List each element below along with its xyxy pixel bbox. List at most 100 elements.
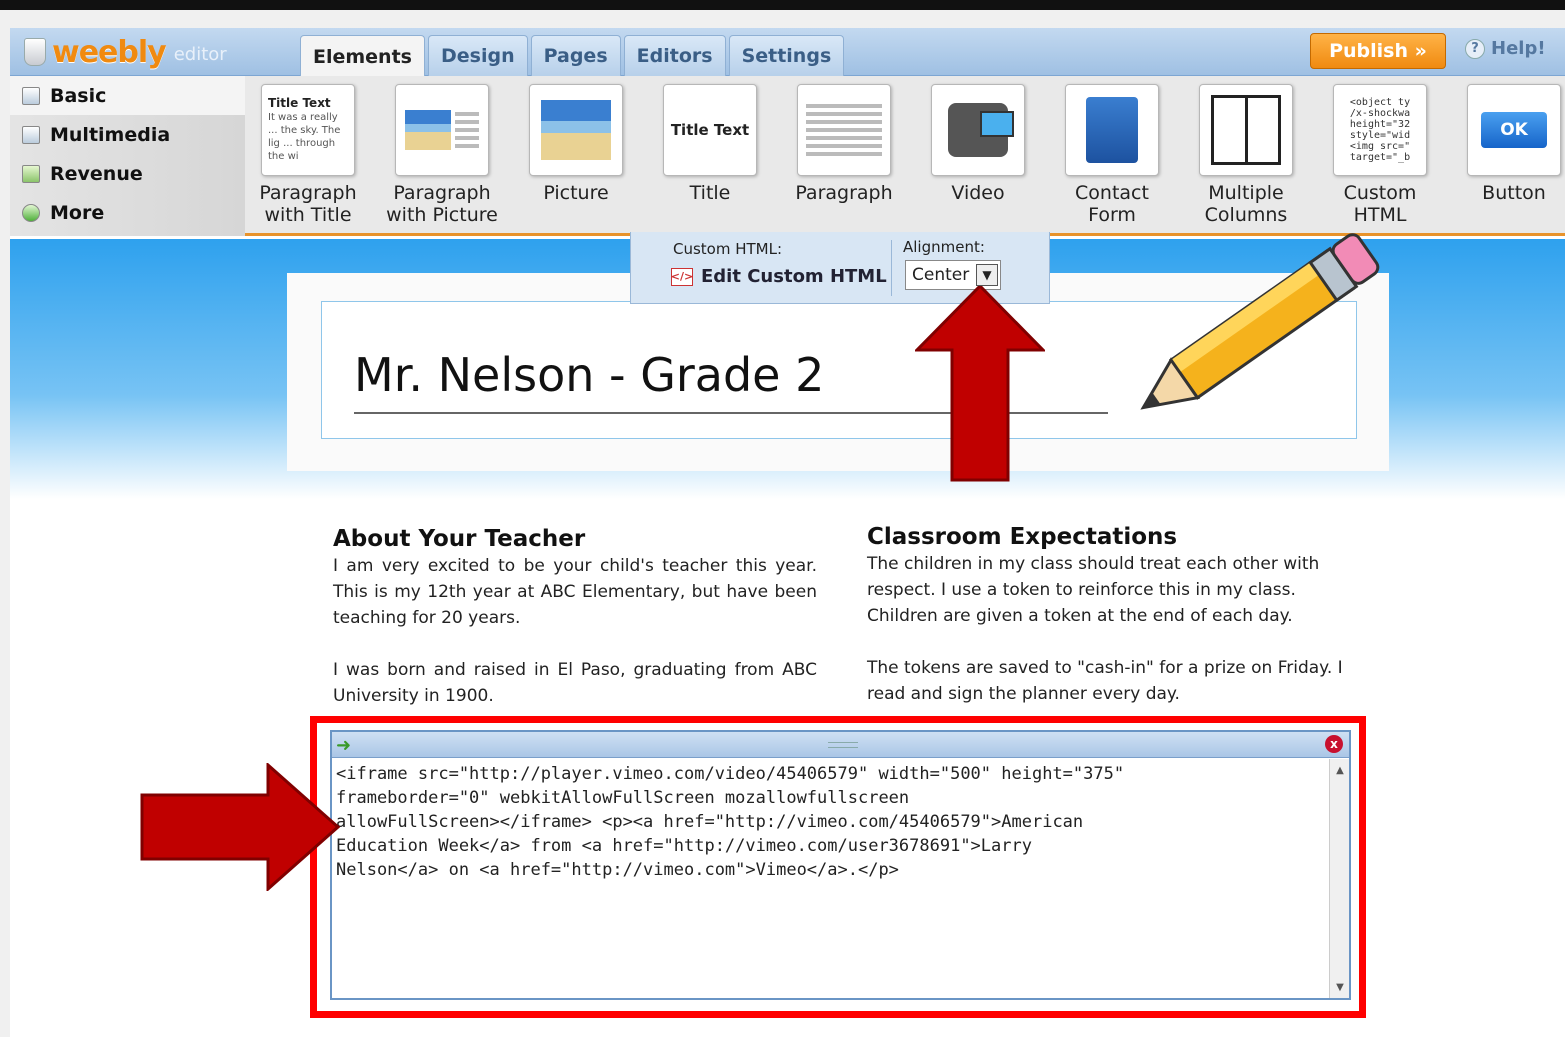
scroll-down-icon[interactable]: ▼ <box>1330 978 1350 996</box>
contact-form-thumb <box>1065 84 1159 176</box>
thumb-title: Title Text <box>670 121 750 139</box>
tab-settings[interactable]: Settings <box>728 35 845 76</box>
editor-header: weebly editor Elements Design Pages Edit… <box>10 28 1565 77</box>
title-thumb: Title Text <box>663 84 757 176</box>
paragraph-with-picture-thumb <box>395 84 489 176</box>
address-book-icon <box>1086 97 1138 163</box>
html-code-textarea[interactable]: <iframe src="http://player.vimeo.com/vid… <box>336 762 1316 882</box>
category-basic[interactable]: Basic <box>10 76 245 115</box>
about-teacher-section[interactable]: About Your Teacher I am very excited to … <box>333 525 817 709</box>
classroom-expectations-section[interactable]: Classroom Expectations The children in m… <box>867 523 1347 707</box>
custom-html-label: Custom HTML: <box>673 240 783 258</box>
element-label: Picture <box>543 182 609 204</box>
ok-button-icon: OK <box>1481 112 1547 148</box>
weebly-cup-icon <box>24 38 46 66</box>
alignment-value: Center <box>912 265 970 285</box>
logo-sub: editor <box>173 43 227 65</box>
element-paragraph[interactable]: Paragraph <box>784 84 904 204</box>
basic-icon <box>22 86 40 105</box>
element-label: Paragraph with Picture <box>386 182 498 226</box>
category-label: Revenue <box>50 162 143 185</box>
custom-html-thumb: <object ty /x-shockwa height="32 style="… <box>1333 84 1427 176</box>
multimedia-icon <box>22 125 40 144</box>
weebly-editor-window: weebly editor Elements Design Pages Edit… <box>10 28 1565 1037</box>
tab-elements[interactable]: Elements <box>300 35 425 77</box>
thumb-text: It was a really ... the sky. The lig ...… <box>268 112 341 162</box>
element-label: Paragraph with Title <box>259 182 357 226</box>
help-icon: ? <box>1465 38 1485 59</box>
editor-titlebar[interactable]: ➜ x <box>332 732 1349 758</box>
beach-image-icon <box>405 110 451 150</box>
paragraph-with-title-thumb: Title Text It was a really ... the sky. T… <box>261 84 355 176</box>
top-border <box>0 0 1565 10</box>
expectations-paragraph: The children in my class should treat ea… <box>867 554 1320 626</box>
editor-scrollbar[interactable]: ▲ ▼ <box>1329 759 1349 998</box>
text-lines-icon <box>806 100 882 160</box>
element-multiple-columns[interactable]: Multiple Columns <box>1186 84 1306 226</box>
apply-arrow-icon[interactable]: ➜ <box>336 735 351 756</box>
edit-custom-html-label: Edit Custom HTML <box>701 266 887 287</box>
element-label: Contact Form <box>1075 182 1149 226</box>
element-button[interactable]: OK Button <box>1454 84 1565 204</box>
multiple-columns-thumb <box>1199 84 1293 176</box>
weebly-logo: weebly editor <box>24 32 227 72</box>
tab-design[interactable]: Design <box>427 35 528 76</box>
up-arrow-annotation <box>915 286 1045 482</box>
drag-handle[interactable] <box>828 742 858 748</box>
element-label: Paragraph <box>795 182 893 204</box>
divider <box>891 240 892 296</box>
custom-html-editor: ➜ x <iframe src="http://player.vimeo.com… <box>330 730 1351 1000</box>
chevron-down-icon[interactable]: ▼ <box>976 264 998 286</box>
about-paragraph: I am very excited to be your child's tea… <box>333 556 817 628</box>
element-label: Button <box>1482 182 1546 204</box>
scroll-up-icon[interactable]: ▲ <box>1330 761 1350 779</box>
pencil-icon <box>1140 233 1380 410</box>
category-more[interactable]: More <box>10 193 245 232</box>
columns-icon <box>1211 95 1281 165</box>
page-title[interactable]: Mr. Nelson - Grade 2 <box>354 348 824 402</box>
html-edit-icon: </> <box>671 267 693 286</box>
alignment-label: Alignment: <box>903 238 985 256</box>
revenue-icon <box>22 164 40 183</box>
element-picture[interactable]: Picture <box>516 84 636 204</box>
category-label: Basic <box>50 84 107 107</box>
video-camera-icon <box>948 103 1014 157</box>
video-thumb <box>931 84 1025 176</box>
code-snippet-icon: <object ty /x-shockwa height="32 style="… <box>1349 97 1411 163</box>
picture-thumb <box>529 84 623 176</box>
right-arrow-annotation <box>140 763 340 891</box>
category-multimedia[interactable]: Multimedia <box>10 115 245 154</box>
thumb-title: Title Text <box>268 96 331 110</box>
publish-button[interactable]: Publish » <box>1310 33 1446 69</box>
text-lines-icon <box>455 108 479 152</box>
element-label: Title <box>689 182 731 204</box>
button-thumb: OK <box>1467 84 1561 176</box>
beach-image-icon <box>541 100 611 160</box>
logo-text: weebly <box>52 34 167 70</box>
category-label: More <box>50 201 105 224</box>
main-tabs: Elements Design Pages Editors Settings <box>300 35 845 77</box>
tab-pages[interactable]: Pages <box>530 35 621 76</box>
expectations-paragraph: The tokens are saved to "cash-in" for a … <box>867 658 1343 704</box>
category-label: Multimedia <box>50 123 171 146</box>
expectations-heading: Classroom Expectations <box>867 524 1178 550</box>
help-link[interactable]: ? Help! <box>1465 38 1546 59</box>
tab-editors[interactable]: Editors <box>623 35 726 76</box>
help-label: Help! <box>1491 38 1546 59</box>
element-contact-form[interactable]: Contact Form <box>1052 84 1172 226</box>
about-paragraph: I was born and raised in El Paso, gradua… <box>333 660 817 706</box>
close-icon[interactable]: x <box>1325 735 1343 753</box>
element-custom-html[interactable]: <object ty /x-shockwa height="32 style="… <box>1320 84 1440 226</box>
element-label: Multiple Columns <box>1204 182 1288 226</box>
element-label: Custom HTML <box>1343 182 1417 226</box>
category-list: Basic Multimedia Revenue More <box>10 76 245 236</box>
element-paragraph-with-title[interactable]: Title Text It was a really ... the sky. T… <box>248 84 368 226</box>
element-paragraph-with-picture[interactable]: Paragraph with Picture <box>382 84 502 226</box>
element-video[interactable]: Video <box>918 84 1038 204</box>
paragraph-thumb <box>797 84 891 176</box>
edit-custom-html-button[interactable]: </> Edit Custom HTML <box>671 266 887 287</box>
element-title[interactable]: Title Text Title <box>650 84 770 204</box>
category-revenue[interactable]: Revenue <box>10 154 245 193</box>
element-label: Video <box>951 182 1005 204</box>
more-arrow-icon <box>22 203 40 222</box>
